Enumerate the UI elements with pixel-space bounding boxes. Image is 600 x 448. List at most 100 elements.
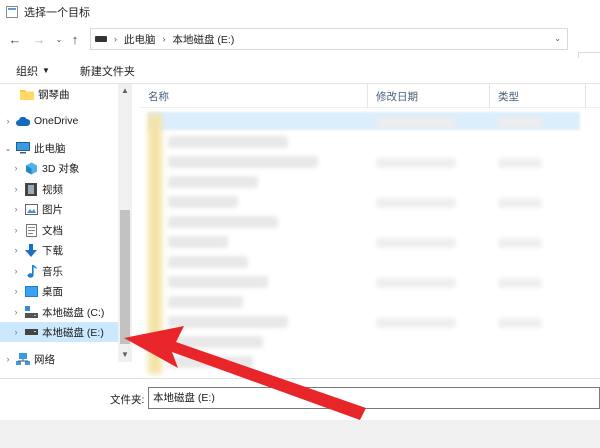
blurred-type bbox=[498, 318, 542, 328]
nav-item-videos[interactable]: › 视频 bbox=[0, 179, 118, 199]
drive-icon bbox=[95, 36, 107, 42]
back-button[interactable]: ← bbox=[6, 30, 24, 48]
arrow-right-icon: → bbox=[32, 31, 46, 47]
organize-label: 组织 bbox=[16, 65, 38, 78]
file-list-pane[interactable]: 名称 ^ 修改日期 类型 bbox=[140, 84, 600, 378]
command-toolbar: 组织 ▼ 新建文件夹 bbox=[0, 58, 600, 84]
arrow-up-icon: ↑ bbox=[71, 31, 79, 47]
nav-item-drive-e[interactable]: › 本地磁盘 (E:) bbox=[0, 322, 118, 342]
nav-item-network[interactable]: › 网络 bbox=[0, 349, 118, 369]
scrollbar-thumb[interactable] bbox=[120, 210, 130, 344]
nav-item-label: OneDrive bbox=[34, 115, 79, 127]
picture-icon bbox=[24, 202, 38, 216]
expand-chevron-icon[interactable]: › bbox=[10, 245, 22, 255]
blurred-row bbox=[168, 296, 243, 308]
nav-item-label: 音乐 bbox=[42, 265, 63, 278]
expand-chevron-icon[interactable]: › bbox=[10, 266, 22, 276]
breadcrumb-drive-e[interactable]: 本地磁盘 (E:) bbox=[173, 32, 235, 47]
nav-item-pictures[interactable]: › 图片 bbox=[0, 199, 118, 219]
nav-item-label: 本地磁盘 (E:) bbox=[42, 326, 104, 339]
collapse-chevron-icon[interactable]: ⌄ bbox=[2, 143, 14, 154]
blurred-row bbox=[168, 236, 228, 248]
blurred-row bbox=[168, 256, 248, 268]
blurred-row bbox=[168, 176, 258, 188]
blurred-type bbox=[498, 118, 542, 128]
new-folder-label: 新建文件夹 bbox=[79, 65, 135, 78]
nav-item-desktop[interactable]: › 桌面 bbox=[0, 281, 118, 301]
column-modified[interactable]: 修改日期 bbox=[368, 84, 490, 108]
nav-item-onedrive[interactable]: › OneDrive bbox=[0, 111, 118, 131]
expand-chevron-icon[interactable]: › bbox=[10, 286, 22, 296]
organize-button[interactable]: 组织 ▼ bbox=[8, 60, 58, 82]
expand-chevron-icon[interactable]: › bbox=[10, 163, 22, 173]
music-icon bbox=[24, 264, 38, 278]
nav-item-label: 桌面 bbox=[42, 285, 63, 298]
scroll-down-icon[interactable]: ▼ bbox=[118, 348, 132, 362]
blurred-row bbox=[168, 196, 238, 208]
blurred-type bbox=[498, 198, 542, 208]
folder-icon bbox=[20, 87, 34, 101]
column-modified-label: 修改日期 bbox=[376, 90, 418, 103]
nav-scrollbar[interactable]: ▲ ▼ bbox=[118, 84, 132, 362]
nav-item-drive-c[interactable]: › 本地磁盘 (C:) bbox=[0, 302, 118, 322]
expand-chevron-icon[interactable]: › bbox=[2, 116, 14, 126]
blurred-date bbox=[376, 158, 456, 168]
blurred-type bbox=[498, 278, 542, 288]
blurred-date bbox=[376, 278, 456, 288]
column-name[interactable]: 名称 ^ bbox=[140, 84, 368, 108]
nav-item-piano[interactable]: 钢琴曲 bbox=[0, 84, 118, 104]
forward-button[interactable]: → bbox=[30, 30, 48, 48]
document-icon bbox=[24, 223, 38, 237]
address-row: ← → ⌄ ↑ › 此电脑 › 本地磁盘 (E:) ⌄ ↻ bbox=[0, 24, 600, 74]
folder-field[interactable]: 本地磁盘 (E:) bbox=[148, 387, 600, 409]
blurred-row bbox=[168, 336, 263, 348]
nav-item-label: 钢琴曲 bbox=[38, 88, 70, 101]
blurred-row bbox=[168, 216, 278, 228]
breadcrumb-separator-icon[interactable]: › bbox=[114, 34, 117, 44]
nav-item-this-pc[interactable]: ⌄ 此电脑 bbox=[0, 138, 118, 158]
breadcrumb-separator-icon[interactable]: › bbox=[163, 34, 166, 44]
expand-chevron-icon[interactable]: › bbox=[2, 354, 14, 364]
chevron-down-icon: ⌄ bbox=[55, 34, 63, 44]
expand-chevron-icon[interactable]: › bbox=[10, 204, 22, 214]
expand-chevron-icon[interactable]: › bbox=[10, 307, 22, 317]
expand-chevron-icon[interactable]: › bbox=[10, 225, 22, 235]
blurred-folder-icons bbox=[148, 114, 162, 374]
video-icon bbox=[24, 182, 38, 196]
nav-item-label: 文档 bbox=[42, 224, 63, 237]
nav-item-3d-objects[interactable]: › 3D 对象 bbox=[0, 158, 118, 178]
dialog-footer bbox=[0, 420, 600, 448]
expand-chevron-icon[interactable]: › bbox=[10, 327, 22, 337]
nav-item-music[interactable]: › 音乐 bbox=[0, 261, 118, 281]
blurred-type bbox=[498, 238, 542, 248]
blurred-row bbox=[168, 356, 253, 368]
address-dropdown-icon[interactable]: ⌄ bbox=[554, 34, 561, 43]
blurred-row bbox=[168, 316, 288, 328]
navigation-pane[interactable]: 钢琴曲 › OneDrive ⌄ 此电脑 › 3D 对象 › 视频 › 图片 ›… bbox=[0, 84, 132, 378]
arrow-left-icon: ← bbox=[8, 31, 22, 47]
nav-item-label: 视频 bbox=[42, 183, 63, 196]
divider bbox=[0, 378, 600, 379]
window-title: 选择一个目标 bbox=[24, 7, 90, 19]
title-bar: 选择一个目标 bbox=[0, 0, 600, 24]
expand-chevron-icon[interactable]: › bbox=[10, 184, 22, 194]
nav-item-downloads[interactable]: › 下载 bbox=[0, 240, 118, 260]
blurred-row bbox=[168, 136, 288, 148]
sort-ascending-icon: ^ bbox=[252, 84, 256, 89]
new-folder-button[interactable]: 新建文件夹 bbox=[72, 60, 143, 82]
blurred-date bbox=[376, 198, 456, 208]
desktop-icon bbox=[24, 284, 38, 298]
drive-c-icon bbox=[24, 305, 38, 319]
column-type[interactable]: 类型 bbox=[490, 84, 586, 108]
blurred-row bbox=[168, 276, 268, 288]
download-icon bbox=[24, 243, 38, 257]
up-button[interactable]: ↑ bbox=[66, 30, 84, 48]
cube-icon bbox=[24, 161, 38, 175]
cloud-icon bbox=[16, 114, 30, 128]
network-icon bbox=[16, 352, 30, 366]
address-bar[interactable]: › 此电脑 › 本地磁盘 (E:) ⌄ bbox=[90, 28, 568, 50]
nav-item-label: 3D 对象 bbox=[42, 162, 80, 175]
nav-item-documents[interactable]: › 文档 bbox=[0, 220, 118, 240]
breadcrumb-this-pc[interactable]: 此电脑 bbox=[124, 32, 156, 47]
scroll-up-icon[interactable]: ▲ bbox=[118, 84, 132, 98]
